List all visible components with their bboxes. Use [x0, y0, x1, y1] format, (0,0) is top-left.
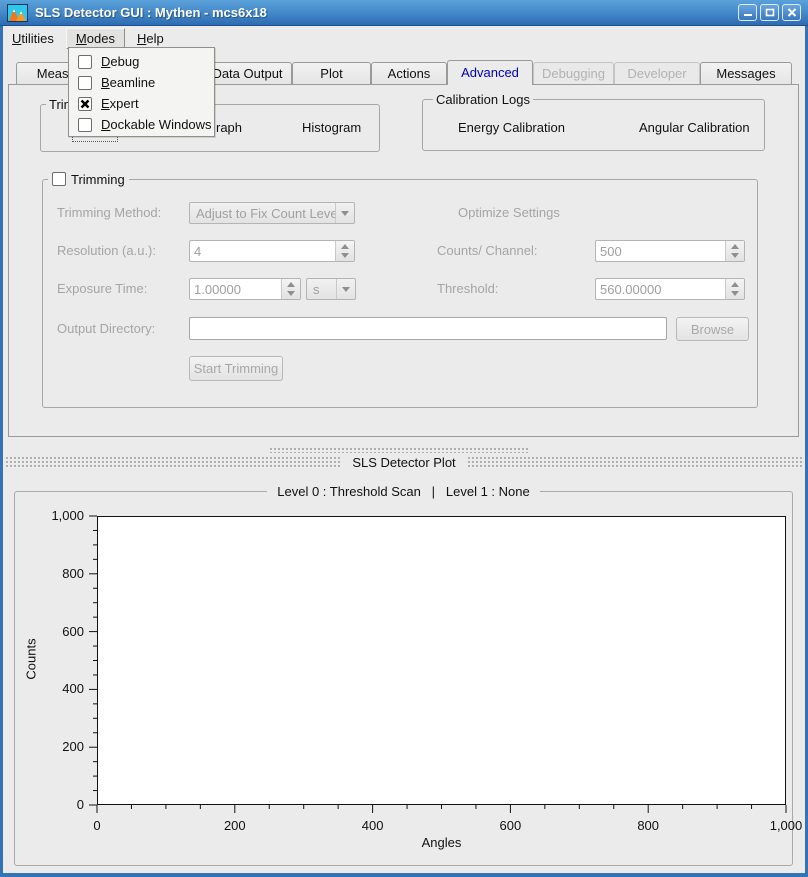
tab-plot[interactable]: Plot — [292, 62, 371, 85]
splitter-handle[interactable] — [270, 448, 530, 453]
window-border-bottom — [0, 873, 808, 877]
application-window: SLS Detector GUI : Mythen - mcs6x18 Util… — [0, 0, 808, 877]
trimming-group-header: Trimming — [48, 171, 129, 187]
menu-item-dockable-windows[interactable]: Dockable Windows — [69, 114, 214, 135]
menu-modes[interactable]: Modes — [66, 28, 125, 49]
beamline-checkbox[interactable] — [78, 76, 92, 90]
x-tick-label: 1,000 — [746, 818, 808, 833]
x-tick-label: 200 — [195, 818, 275, 833]
start-trimming-button[interactable]: Start Trimming — [189, 356, 283, 381]
trimming-method-label: Trimming Method: — [57, 205, 161, 220]
x-tick-label: 0 — [57, 818, 137, 833]
spinner-arrows-icon[interactable] — [725, 241, 744, 261]
chevron-down-icon — [336, 279, 355, 299]
exposure-time-spinbox[interactable] — [189, 278, 301, 300]
x-axis-label: Angles — [97, 835, 786, 850]
trimming-method-combobox[interactable]: Adjust to Fix Count Level — [189, 202, 355, 224]
threshold-spinbox[interactable] — [595, 278, 745, 300]
plot-canvas — [97, 516, 786, 805]
energy-calibration-label: Energy Calibration — [458, 120, 565, 135]
y-tick-label: 0 — [22, 797, 84, 812]
expert-checkbox[interactable] — [78, 97, 92, 111]
spinner-arrows-icon[interactable] — [335, 241, 354, 261]
angular-calibration-label: Angular Calibration — [639, 120, 750, 135]
y-tick-label: 1,000 — [22, 508, 84, 523]
dockable-windows-checkbox[interactable] — [78, 118, 92, 132]
dock-title-texture[interactable] — [6, 457, 340, 469]
counts-channel-input[interactable] — [596, 241, 725, 261]
histogram-radio-label: Histogram — [302, 120, 361, 135]
dock-title-texture[interactable] — [468, 457, 802, 469]
spinner-arrows-icon[interactable] — [281, 279, 300, 299]
optimize-settings-label: Optimize Settings — [458, 205, 560, 220]
dock-title[interactable]: SLS Detector Plot — [345, 455, 463, 470]
calibration-logs-title: Calibration Logs — [433, 92, 533, 107]
menu-item-expert[interactable]: Expert — [69, 93, 214, 114]
debug-checkbox[interactable] — [78, 55, 92, 69]
resolution-input[interactable] — [190, 241, 335, 261]
x-tick-label: 600 — [470, 818, 550, 833]
exposure-time-label: Exposure Time: — [57, 281, 147, 296]
menu-help[interactable]: Help — [128, 29, 173, 48]
y-axis-label: Counts — [24, 638, 39, 679]
menu-item-beamline[interactable]: Beamline — [69, 72, 214, 93]
tab-developer: Developer — [614, 62, 700, 85]
y-tick-label: 800 — [22, 566, 84, 581]
app-icon[interactable] — [7, 4, 28, 22]
threshold-input[interactable] — [596, 279, 725, 299]
maximize-button[interactable] — [760, 4, 779, 21]
modes-menu-popup: Debug Beamline Expert Dockable Windows — [68, 47, 215, 137]
trimming-checkbox[interactable] — [52, 172, 66, 186]
resolution-spinbox[interactable] — [189, 240, 355, 262]
spinner-arrows-icon[interactable] — [725, 279, 744, 299]
y-tick-label: 400 — [22, 681, 84, 696]
tab-advanced[interactable]: Advanced — [447, 60, 533, 85]
menu-utilities[interactable]: Utilities — [3, 29, 63, 48]
x-tick-label: 400 — [333, 818, 413, 833]
chevron-down-icon — [335, 203, 354, 223]
tab-actions[interactable]: Actions — [371, 62, 447, 85]
plot-title: Level 0 : Threshold Scan | Level 1 : Non… — [14, 483, 793, 501]
counts-channel-label: Counts/ Channel: — [437, 243, 537, 258]
output-directory-label: Output Directory: — [57, 321, 155, 336]
browse-button[interactable]: Browse — [676, 317, 749, 341]
output-directory-field[interactable] — [189, 317, 667, 340]
counts-channel-spinbox[interactable] — [595, 240, 745, 262]
trimming-group-title: Trimming — [71, 172, 125, 187]
x-tick-label: 800 — [608, 818, 688, 833]
radio-graph-label-fragment: raph — [216, 120, 242, 135]
menu-item-debug[interactable]: Debug — [69, 51, 214, 72]
window-title: SLS Detector GUI : Mythen - mcs6x18 — [35, 5, 267, 20]
close-button[interactable] — [782, 4, 801, 21]
window-border-left — [0, 26, 3, 873]
exposure-time-input[interactable] — [190, 279, 281, 299]
y-tick-label: 200 — [22, 739, 84, 754]
tab-messages[interactable]: Messages — [700, 62, 792, 85]
tab-debugging: Debugging — [533, 62, 614, 85]
y-tick-label: 600 — [22, 624, 84, 639]
exposure-unit-combobox[interactable]: s — [306, 278, 356, 300]
title-bar: SLS Detector GUI : Mythen - mcs6x18 — [0, 0, 808, 26]
threshold-label: Threshold: — [437, 281, 498, 296]
minimize-button[interactable] — [738, 4, 757, 21]
menu-bar: Utilities Modes Help — [0, 27, 808, 49]
resolution-label: Resolution (a.u.): — [57, 243, 156, 258]
tab-data-output[interactable]: Data Output — [203, 62, 292, 85]
